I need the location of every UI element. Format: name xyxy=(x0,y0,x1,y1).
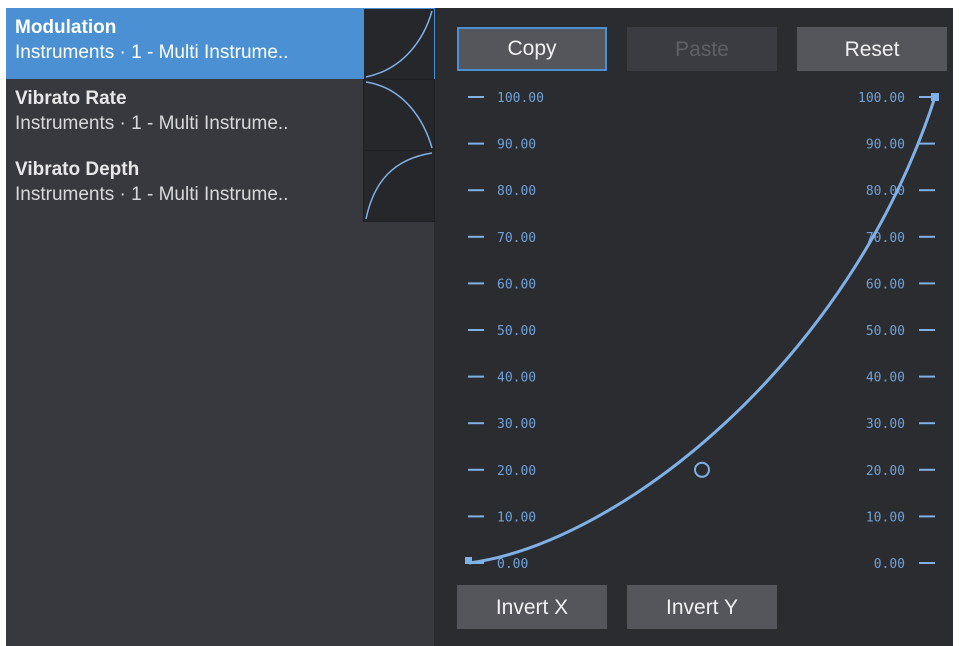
invert-x-button[interactable]: Invert X xyxy=(457,585,607,629)
concave-curve-icon xyxy=(365,152,433,220)
controller-name: Vibrato Depth xyxy=(15,159,140,180)
controller-source: Instruments · 1 - Multi Instrume.. xyxy=(15,42,289,63)
list-item-modulation[interactable]: Modulation Instruments · 1 - Multi Instr… xyxy=(6,8,435,80)
list-item-text: Vibrato Rate Instruments · 1 - Multi Ins… xyxy=(15,88,365,136)
left-scale-label: 60.00 xyxy=(497,277,536,292)
left-scale-label: 20.00 xyxy=(497,464,536,479)
right-scale-label: 90.00 xyxy=(866,138,905,153)
curve-control-point xyxy=(694,461,710,478)
invert-y-button[interactable]: Invert Y xyxy=(627,585,777,629)
left-scale-label: 90.00 xyxy=(497,138,536,153)
left-scale-label: 0.00 xyxy=(497,557,528,572)
velocity-curve-window: Modulation Instruments · 1 - Multi Instr… xyxy=(6,8,953,646)
controller-source: Instruments · 1 - Multi Instrume.. xyxy=(15,113,289,134)
right-scale-label: 0.00 xyxy=(874,557,905,572)
curve-thumbnail xyxy=(363,8,435,80)
left-scale-label: 40.00 xyxy=(497,371,536,386)
right-scale-label: 100.00 xyxy=(858,91,905,106)
list-item-text: Vibrato Depth Instruments · 1 - Multi In… xyxy=(15,159,365,207)
controller-list: Modulation Instruments · 1 - Multi Instr… xyxy=(6,8,435,646)
left-scale-label: 30.00 xyxy=(497,417,536,432)
controller-name: Vibrato Rate xyxy=(15,88,127,109)
curve-graph[interactable]: 100.00 90.00 80.00 70.00 60.00 50.00 40.00 30.0… xyxy=(435,8,953,646)
descending-curve-icon xyxy=(365,81,433,149)
right-scale-label: 50.00 xyxy=(866,324,905,339)
convex-curve-icon xyxy=(365,10,433,78)
controller-name: Modulation xyxy=(15,17,117,38)
curve-thumbnail xyxy=(363,79,435,151)
curve-end-handle xyxy=(931,93,939,101)
right-scale-label: 20.00 xyxy=(866,464,905,479)
list-item-vibrato-rate[interactable]: Vibrato Rate Instruments · 1 - Multi Ins… xyxy=(6,79,435,151)
left-scale-label: 10.00 xyxy=(497,510,536,525)
left-scale-label: 70.00 xyxy=(497,231,536,246)
list-item-text: Modulation Instruments · 1 - Multi Instr… xyxy=(15,17,365,65)
curve-start-handle xyxy=(465,557,472,564)
left-scale-label: 50.00 xyxy=(497,324,536,339)
controller-source: Instruments · 1 - Multi Instrume.. xyxy=(15,184,289,205)
right-scale-label: 40.00 xyxy=(866,371,905,386)
right-scale-label: 30.00 xyxy=(866,417,905,432)
right-scale-label: 60.00 xyxy=(866,277,905,292)
right-scale-label: 10.00 xyxy=(866,510,905,525)
curve-thumbnail xyxy=(363,150,435,222)
left-scale-label: 100.00 xyxy=(497,91,544,106)
curve-editor-panel: Copy Paste Reset 100.00 90.00 80.00 70.00 60… xyxy=(435,8,953,646)
left-scale-label: 80.00 xyxy=(497,184,536,199)
list-item-vibrato-depth[interactable]: Vibrato Depth Instruments · 1 - Multi In… xyxy=(6,150,435,222)
